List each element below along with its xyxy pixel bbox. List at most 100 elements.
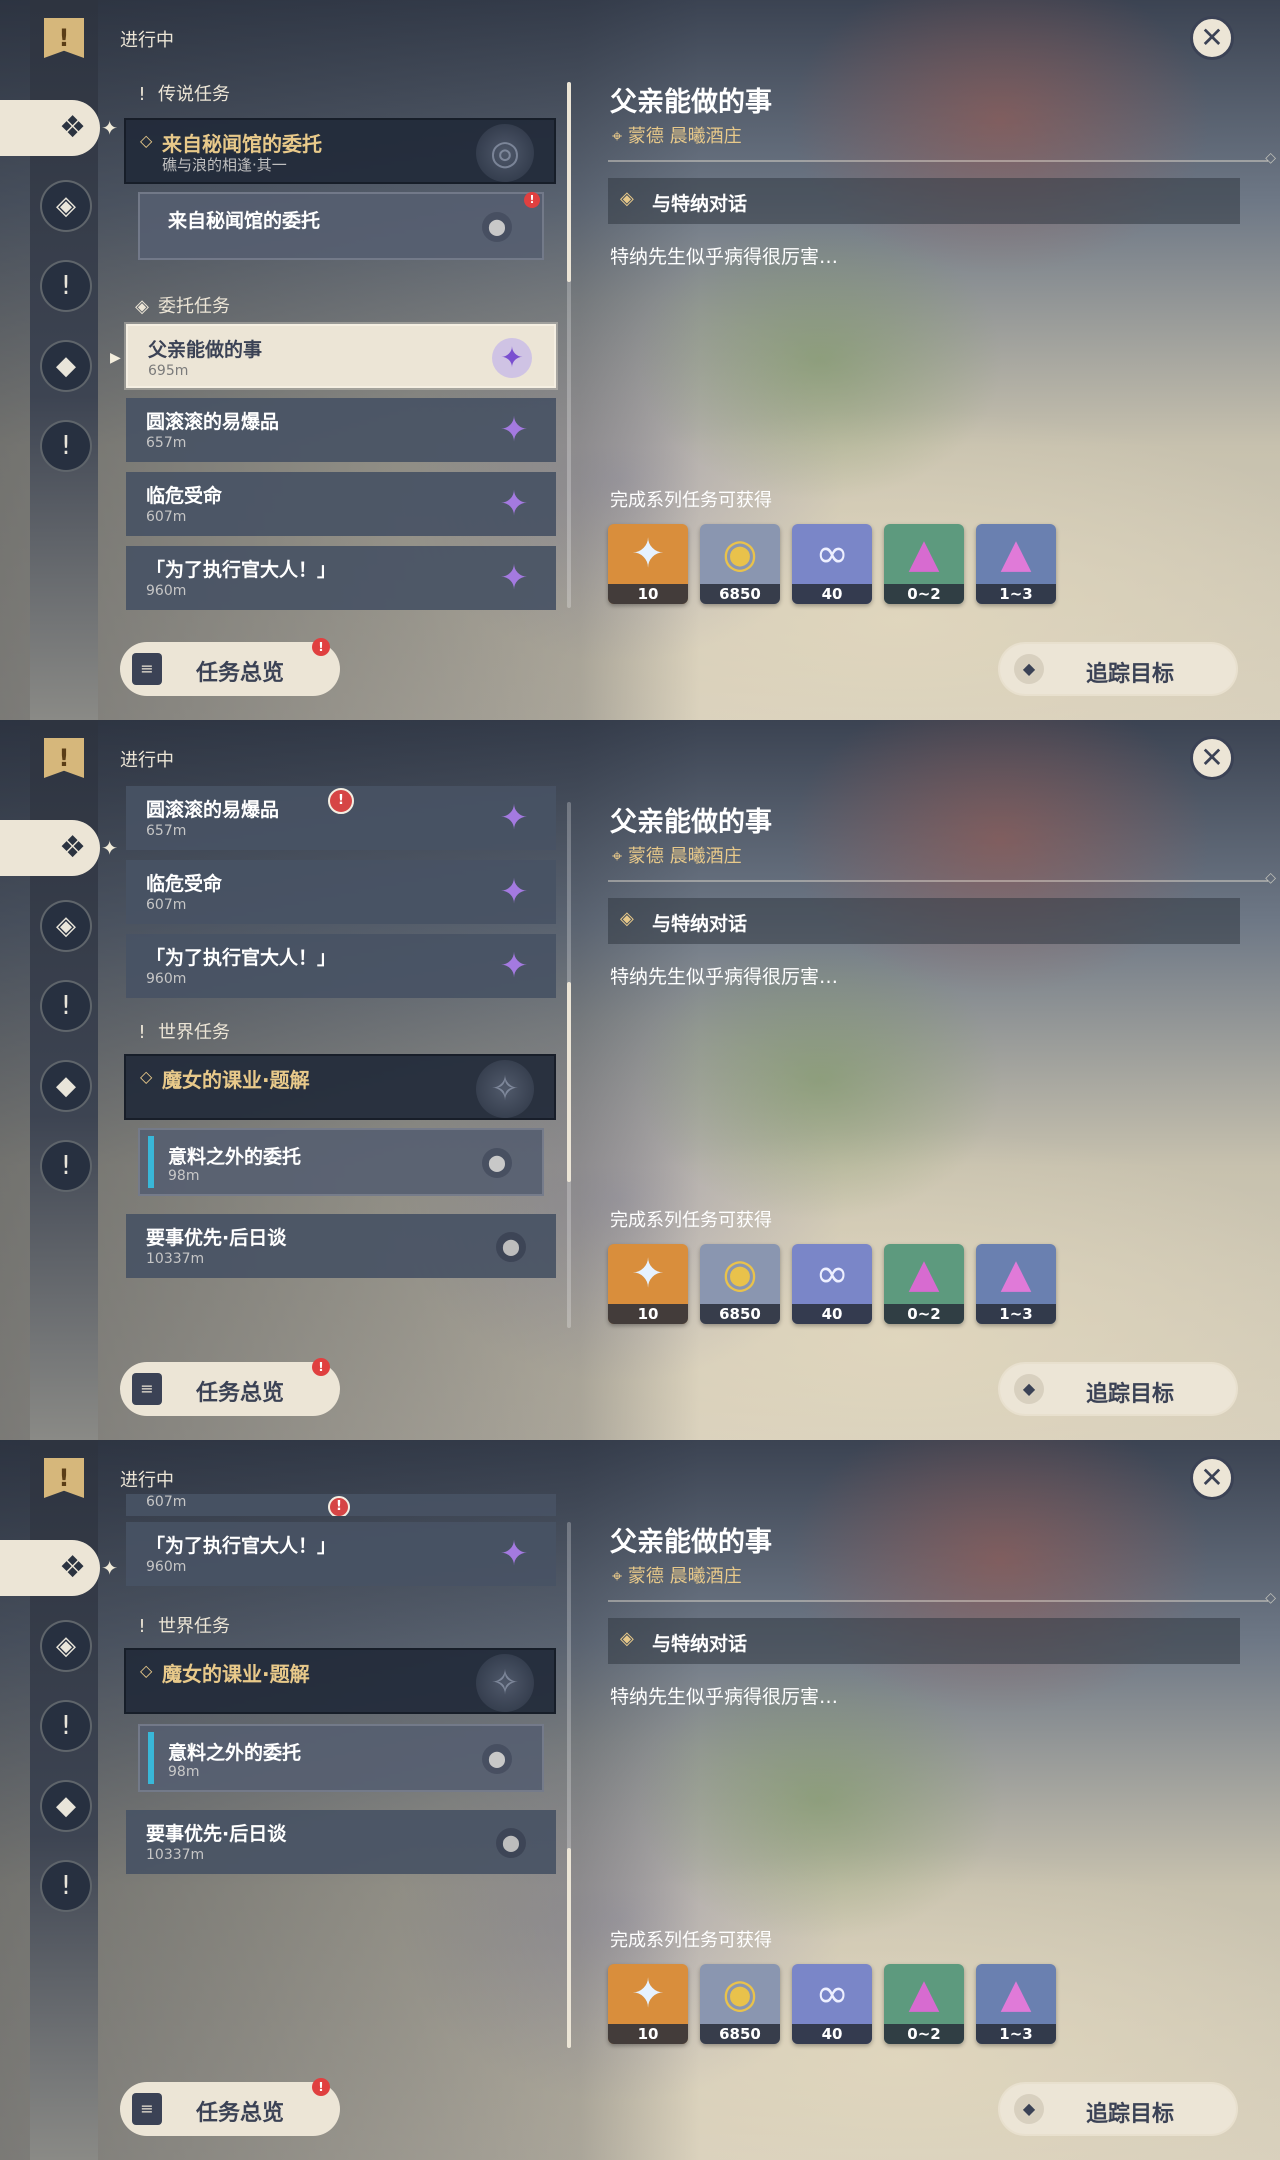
scrollbar-thumb[interactable] bbox=[567, 982, 571, 1182]
legend-sub-quest[interactable]: 来自秘闻馆的委托 ⬤ ! bbox=[138, 192, 544, 260]
reward-item[interactable]: ◉ 6850 bbox=[700, 1244, 780, 1324]
world-quest-row[interactable]: 要事优先·后日谈 10337m ⬤ bbox=[126, 1214, 556, 1278]
crystal-cluster-icon: ▲ bbox=[1000, 531, 1032, 577]
commission-distance: 657m bbox=[146, 823, 187, 839]
quest-step: ◈ 与特纳对话 bbox=[608, 1618, 1240, 1664]
adventure-exp-icon: ∞ bbox=[815, 1251, 849, 1297]
commission-marker-icon: ✦ bbox=[499, 558, 529, 598]
commission-quest-icon[interactable]: ◆ bbox=[40, 1060, 92, 1112]
commission-row[interactable]: 临危受命 607m ✦ bbox=[126, 860, 556, 924]
commission-row[interactable]: 临危受命 607m ✦ bbox=[126, 472, 556, 536]
world-quest-row[interactable]: 要事优先·后日谈 10337m ⬤ bbox=[126, 1810, 556, 1874]
world-quest-series[interactable]: ◇ 魔女的课业·题解 ✧ bbox=[124, 1648, 556, 1714]
quest-overview-button[interactable]: ≡ 任务总览 ! bbox=[120, 1358, 340, 1416]
selected-arrow-icon: ▶ bbox=[110, 350, 121, 366]
quest-overview-button[interactable]: ≡ 任务总览 ! bbox=[120, 638, 340, 696]
commission-marker-icon: ✦ bbox=[499, 872, 529, 912]
archon-quest-icon[interactable]: ◈ bbox=[40, 1620, 92, 1672]
sub-quest-title: 来自秘闻馆的委托 bbox=[168, 210, 321, 232]
location-pin-icon[interactable]: ⬤ bbox=[496, 1828, 526, 1858]
quest-list-scrollbar[interactable] bbox=[567, 802, 571, 1328]
quest-list-scrollbar[interactable] bbox=[567, 1522, 571, 2048]
quest-list-scrollbar[interactable] bbox=[567, 82, 571, 608]
location-pin-icon[interactable]: ⬤ bbox=[482, 212, 512, 242]
quest-title: 要事优先·后日谈 bbox=[146, 1227, 287, 1249]
commission-row[interactable]: 圆滚滚的易爆品 657m ✦ ! bbox=[126, 786, 556, 850]
commission-row[interactable]: 「为了执行官大人！」 960m ✦ bbox=[126, 934, 556, 998]
legend-quest-series[interactable]: ◇ 来自秘闻馆的委托 礁与浪的相逢·其一 ◎ bbox=[124, 118, 556, 184]
quest-location: ⌖ 蒙德 晨曦酒庄 bbox=[612, 126, 742, 147]
close-button[interactable]: ✕ bbox=[1190, 1456, 1234, 1500]
reward-item[interactable]: ▲ 1~3 bbox=[976, 524, 1056, 604]
commission-quest-icon[interactable]: ◆ bbox=[40, 1780, 92, 1832]
story-quest-icon[interactable]: ! bbox=[40, 980, 92, 1032]
quest-book-icon[interactable]: ! bbox=[44, 738, 84, 778]
commission-row[interactable]: 「为了执行官大人！」 960m ✦ bbox=[126, 546, 556, 610]
primogem-icon: ✦ bbox=[631, 1971, 665, 2017]
commission-row-selected[interactable]: 父亲能做的事 695m ✦ bbox=[126, 324, 556, 388]
world-sub-quest[interactable]: 意料之外的委托 98m ⬤ bbox=[138, 1128, 544, 1196]
commission-distance: 607m bbox=[146, 897, 187, 913]
active-category-tab[interactable]: ❖ ✦ bbox=[0, 100, 118, 156]
location-pin-icon[interactable]: ⬤ bbox=[496, 1232, 526, 1262]
warning-badge-icon: ! bbox=[328, 788, 354, 814]
reward-item[interactable]: ▲ 0~2 bbox=[884, 1964, 964, 2044]
location-pin-icon[interactable]: ⬤ bbox=[482, 1148, 512, 1178]
crystal-cluster-icon: ▲ bbox=[1000, 1971, 1032, 2017]
reward-item[interactable]: ✦ 10 bbox=[608, 524, 688, 604]
archon-quest-icon[interactable]: ◈ bbox=[40, 900, 92, 952]
reward-item[interactable]: ∞ 40 bbox=[792, 524, 872, 604]
scrollbar-thumb[interactable] bbox=[567, 82, 571, 282]
world-sub-quest[interactable]: 意料之外的委托 98m ⬤ bbox=[138, 1724, 544, 1792]
track-diamond-icon: ◆ bbox=[1014, 1374, 1044, 1404]
active-category-tab[interactable]: ❖ ✦ bbox=[0, 820, 118, 876]
quest-book-icon[interactable]: ! bbox=[44, 1458, 84, 1498]
commission-icon: ❖ bbox=[59, 830, 86, 865]
story-quest-icon[interactable]: ! bbox=[40, 1700, 92, 1752]
divider bbox=[608, 1590, 1276, 1606]
track-target-button[interactable]: ◆ 追踪目标 bbox=[998, 1362, 1238, 1416]
world-quest-series[interactable]: ◇ 魔女的课业·题解 ✧ bbox=[124, 1054, 556, 1120]
quest-screen-3: ! ◈ ! ◆ ! ❖ ✦ 进行中 607m ! 「为了执行官大人！」 960m … bbox=[0, 1440, 1280, 2160]
commission-row[interactable]: 圆滚滚的易爆品 657m ✦ bbox=[126, 398, 556, 462]
story-quest-icon[interactable]: ! bbox=[40, 260, 92, 312]
reward-item[interactable]: ▲ 1~3 bbox=[976, 1244, 1056, 1324]
reward-list: ✦ 10 ◉ 6850 ∞ 40 ▲ 0~2 ▲ 1~3 bbox=[608, 524, 1248, 606]
reward-item[interactable]: ✦ 10 bbox=[608, 1964, 688, 2044]
reward-item[interactable]: ▲ 0~2 bbox=[884, 1244, 964, 1324]
location-pin-icon[interactable]: ⬤ bbox=[482, 1744, 512, 1774]
commission-row-partial[interactable]: 607m ! bbox=[126, 1494, 556, 1516]
reward-item[interactable]: ▲ 0~2 bbox=[884, 524, 964, 604]
reward-item[interactable]: ✦ 10 bbox=[608, 1244, 688, 1324]
reward-item[interactable]: ◉ 6850 bbox=[700, 524, 780, 604]
commission-title: 「为了执行官大人！」 bbox=[146, 559, 337, 581]
reward-item[interactable]: ▲ 1~3 bbox=[976, 1964, 1056, 2044]
close-button[interactable]: ✕ bbox=[1190, 736, 1234, 780]
in-progress-label: 进行中 bbox=[120, 30, 174, 51]
scrollbar-thumb[interactable] bbox=[567, 1848, 571, 2048]
archon-quest-icon[interactable]: ◈ bbox=[40, 180, 92, 232]
track-target-button[interactable]: ◆ 追踪目标 bbox=[998, 2082, 1238, 2136]
track-target-button[interactable]: ◆ 追踪目标 bbox=[998, 642, 1238, 696]
witch-emblem-icon: ✧ bbox=[476, 1060, 534, 1118]
commission-quest-icon[interactable]: ◆ bbox=[40, 340, 92, 392]
adventure-exp-icon: ∞ bbox=[815, 531, 849, 577]
quest-book-icon[interactable]: ! bbox=[44, 18, 84, 58]
world-quest-icon[interactable]: ! bbox=[40, 1140, 92, 1192]
close-icon: ✕ bbox=[1200, 21, 1224, 54]
close-button[interactable]: ✕ bbox=[1190, 16, 1234, 60]
world-quest-icon[interactable]: ! bbox=[40, 1860, 92, 1912]
reward-item[interactable]: ∞ 40 bbox=[792, 1244, 872, 1324]
active-category-tab[interactable]: ❖ ✦ bbox=[0, 1540, 118, 1596]
reward-item[interactable]: ∞ 40 bbox=[792, 1964, 872, 2044]
location-pin-icon: ⌖ bbox=[612, 846, 628, 867]
track-diamond-icon: ◆ bbox=[1014, 654, 1044, 684]
quest-overview-button[interactable]: ≡ 任务总览 ! bbox=[120, 2078, 340, 2136]
reward-item[interactable]: ◉ 6850 bbox=[700, 1964, 780, 2044]
exclamation-icon: ! bbox=[138, 1022, 146, 1043]
commission-row[interactable]: 「为了执行官大人！」 960m ✦ bbox=[126, 1522, 556, 1586]
diamond-icon: ◇ bbox=[140, 131, 153, 150]
diamond-icon: ◈ bbox=[620, 1628, 634, 1649]
witch-emblem-icon: ✧ bbox=[476, 1654, 534, 1712]
world-quest-icon[interactable]: ! bbox=[40, 420, 92, 472]
